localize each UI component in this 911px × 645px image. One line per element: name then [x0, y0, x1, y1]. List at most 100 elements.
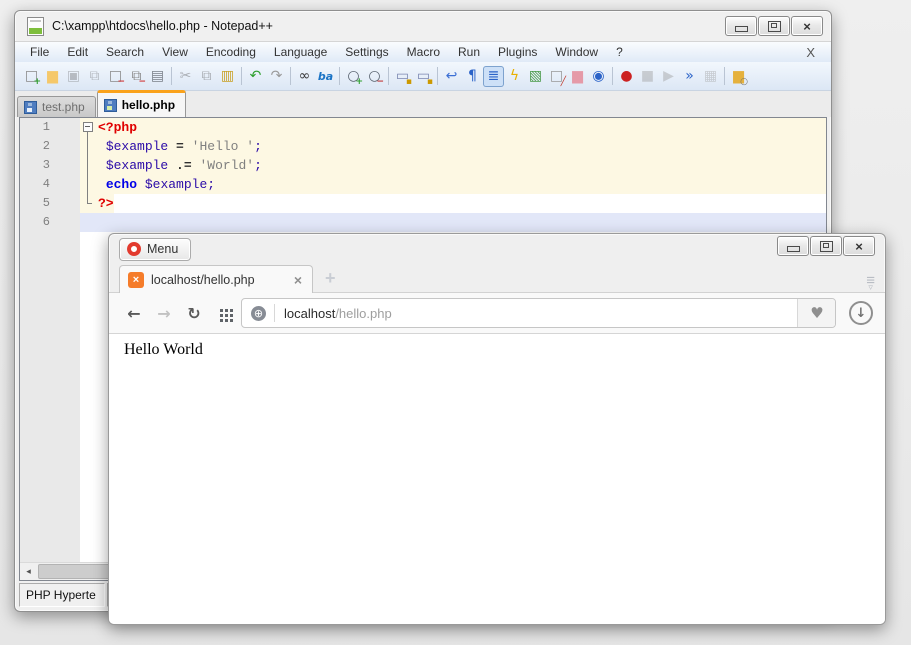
file-monitoring-icon: ◉ — [592, 69, 604, 83]
editor-line-6[interactable]: 6 — [20, 213, 826, 232]
show-all-characters-button[interactable]: ¶ — [462, 66, 483, 87]
npp-menubar: FileEditSearchViewEncodingLanguageSettin… — [15, 41, 831, 62]
bookmark-margin — [56, 213, 80, 232]
scroll-left-arrow-icon[interactable]: ◂ — [20, 563, 37, 580]
save-macro-button[interactable]: ▦ — [700, 66, 721, 87]
record-macro-button[interactable]: ● — [616, 66, 637, 87]
page-text: Hello World — [124, 341, 203, 358]
playback-macro-button[interactable]: ▶ — [658, 66, 679, 87]
close-all-button[interactable]: ⧉− — [126, 66, 147, 87]
opera-menu-button[interactable]: Menu — [119, 238, 191, 261]
file-monitoring-button[interactable]: ◉ — [588, 66, 609, 87]
npp-tab-test-php[interactable]: test.php — [17, 96, 96, 117]
word-wrap-button[interactable]: ↩ — [441, 66, 462, 87]
copy-button[interactable]: ⧉ — [196, 66, 217, 87]
line-body: echo $example; — [80, 175, 826, 194]
editor-line-2[interactable]: 2 $example = 'Hello '; — [20, 137, 826, 156]
opera-logo-icon — [127, 242, 141, 256]
menu-window[interactable]: Window — [546, 43, 607, 61]
reload-button[interactable]: ↻ — [181, 300, 207, 326]
menu-file[interactable]: File — [21, 43, 58, 61]
fold-marker-icon — [80, 137, 96, 156]
open-file-button[interactable]: ▆ — [42, 66, 63, 87]
npp-close-button[interactable]: × — [791, 16, 823, 36]
playback-macro-icon: ▶ — [663, 69, 674, 83]
downloads-button[interactable]: ↓ — [849, 301, 873, 325]
find-icon: ∞ — [299, 69, 311, 83]
redo-button[interactable]: ↷ — [266, 66, 287, 87]
stop-macro-button[interactable]: ■ — [637, 66, 658, 87]
menu-view[interactable]: View — [153, 43, 197, 61]
new-file-button[interactable]: □+ — [21, 66, 42, 87]
line-body: $example .= 'World'; — [80, 156, 826, 175]
line-number: 1 — [20, 118, 56, 137]
menu-edit[interactable]: Edit — [58, 43, 97, 61]
cut-button[interactable]: ✂ — [175, 66, 196, 87]
menu-macro[interactable]: Macro — [398, 43, 449, 61]
npp-menu-items: FileEditSearchViewEncodingLanguageSettin… — [21, 43, 632, 61]
line-number: 2 — [20, 137, 56, 156]
npp-minimize-button[interactable] — [725, 16, 757, 36]
replace-button[interactable]: ba — [315, 66, 336, 87]
editor-line-4[interactable]: 4 echo $example; — [20, 175, 826, 194]
toolbar-separator — [290, 67, 291, 85]
find-button[interactable]: ∞ — [294, 66, 315, 87]
code-text — [96, 213, 98, 232]
opera-minimize-button[interactable] — [777, 236, 809, 256]
sync-vertical-scroll-button[interactable]: ▭▪ — [392, 66, 413, 87]
sync-horizontal-scroll-button[interactable]: ▭▪ — [413, 66, 434, 87]
open-containing-folder-button[interactable]: ▆○ — [728, 66, 749, 87]
url-text[interactable]: localhost/hello.php — [284, 306, 798, 321]
save-button[interactable]: ▣ — [63, 66, 84, 87]
toolbar-separator — [388, 67, 389, 85]
line-number: 5 — [20, 194, 56, 213]
npp-maximize-button[interactable] — [758, 16, 790, 36]
menu-run[interactable]: Run — [449, 43, 489, 61]
opera-tab-menu-button[interactable]: ≡ ▿ — [866, 277, 875, 292]
back-button[interactable]: ← — [121, 300, 147, 326]
run-macro-multiple-button[interactable]: » — [679, 66, 700, 87]
site-info-globe-icon[interactable]: ⊕ — [251, 306, 266, 321]
save-all-button[interactable]: ⧉ — [84, 66, 105, 87]
npp-menu-close-document[interactable]: X — [796, 45, 825, 60]
fold-marker-icon[interactable] — [80, 118, 96, 137]
menu-settings[interactable]: Settings — [336, 43, 397, 61]
zoom-in-button[interactable]: ○+ — [343, 66, 364, 87]
opera-topbar[interactable]: Menu × — [109, 234, 885, 264]
project-panel-button[interactable]: ▆ — [567, 66, 588, 87]
style-configurator-button[interactable]: ϟ — [504, 66, 525, 87]
undo-button[interactable]: ↶ — [245, 66, 266, 87]
print-button[interactable]: ▤ — [147, 66, 168, 87]
line-body: <?php — [80, 118, 826, 137]
tab-close-icon[interactable]: × — [292, 272, 304, 288]
save-all-icon: ⧉ — [90, 69, 100, 83]
menu-[interactable]: ? — [607, 43, 632, 61]
editor-line-5[interactable]: 5?> — [20, 194, 826, 213]
editor-line-3[interactable]: 3 $example .= 'World'; — [20, 156, 826, 175]
menu-plugins[interactable]: Plugins — [489, 43, 546, 61]
npp-tab-hello-php[interactable]: hello.php — [97, 90, 186, 117]
document-map-button[interactable]: ▧ — [525, 66, 546, 87]
notepadpp-app-icon — [27, 17, 44, 36]
opera-tab-localhost[interactable]: × localhost/hello.php × — [119, 265, 313, 293]
editor-line-1[interactable]: 1 <?php — [20, 118, 826, 137]
opera-maximize-button[interactable] — [810, 236, 842, 256]
menu-search[interactable]: Search — [97, 43, 153, 61]
forward-button[interactable]: → — [151, 300, 177, 326]
document-switcher-button[interactable]: □╱ — [546, 66, 567, 87]
paste-button[interactable]: ▥ — [217, 66, 238, 87]
show-indent-guide-button[interactable]: ≣ — [483, 66, 504, 87]
npp-titlebar[interactable]: C:\xampp\htdocs\hello.php - Notepad++ × — [15, 11, 831, 41]
speed-dial-button[interactable] — [211, 300, 237, 326]
bookmark-heart-button[interactable]: ♥ — [797, 299, 836, 327]
address-bar[interactable]: ⊕ localhost/hello.php ♥ — [241, 298, 836, 328]
line-number: 4 — [20, 175, 56, 194]
opera-close-button[interactable]: × — [843, 236, 875, 256]
icon-badge: − — [138, 78, 146, 87]
menu-language[interactable]: Language — [265, 43, 336, 61]
opera-tab-label: localhost/hello.php — [151, 273, 285, 287]
zoom-out-button[interactable]: ○− — [364, 66, 385, 87]
close-file-button[interactable]: □− — [105, 66, 126, 87]
opera-new-tab-button[interactable]: + — [313, 268, 348, 292]
menu-encoding[interactable]: Encoding — [197, 43, 265, 61]
